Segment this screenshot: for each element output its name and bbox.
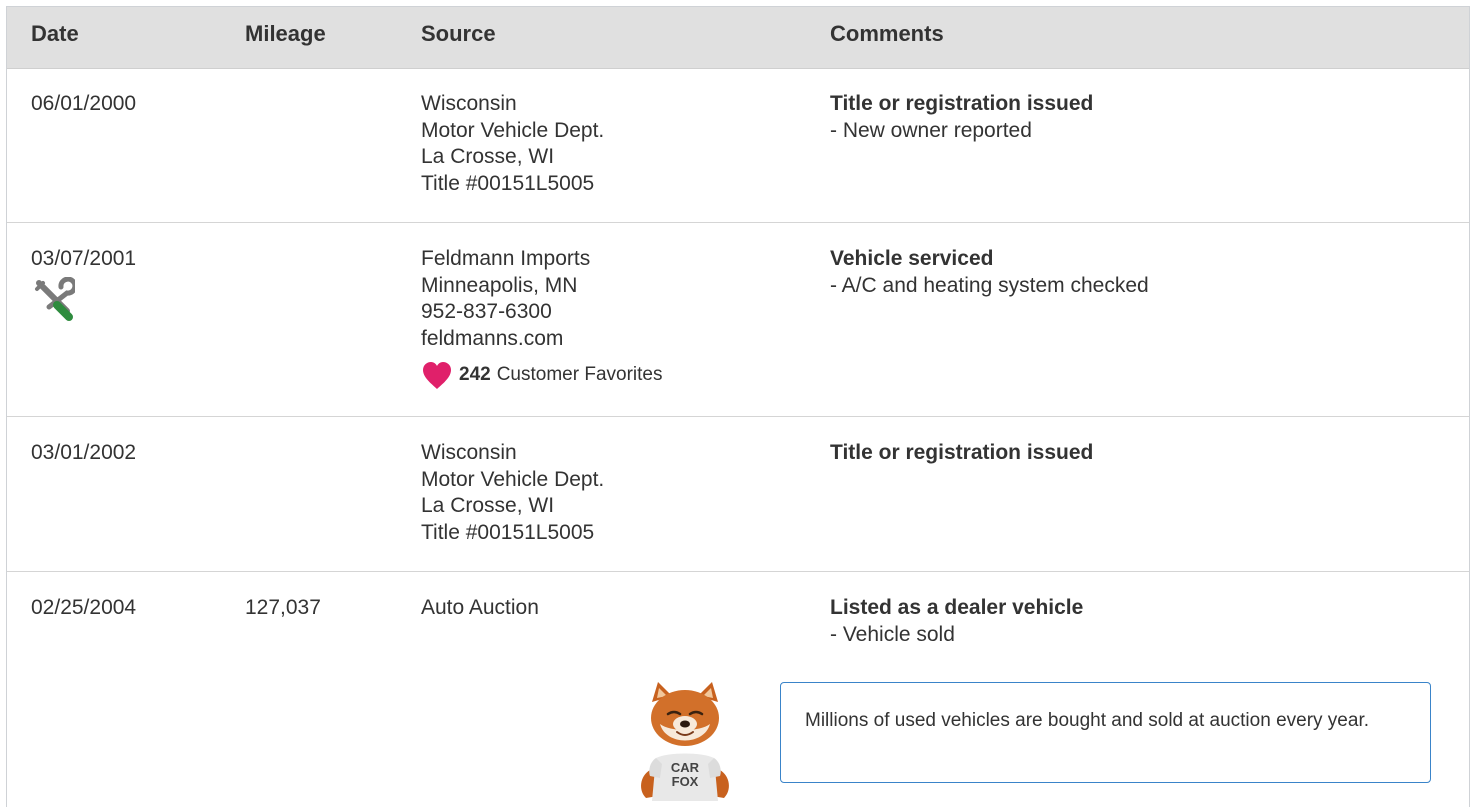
table-row: 03/01/2002 Wisconsin Motor Vehicle Dept.… [7, 417, 1469, 572]
heart-icon [423, 362, 451, 389]
favorites-label: Customer Favorites [496, 363, 663, 385]
mascot-shirt-text: CAR [671, 760, 700, 775]
source-line: Feldmann Imports [421, 247, 591, 270]
source-line: Wisconsin [421, 92, 517, 115]
comment-title: Title or registration issued [830, 441, 1094, 464]
record-comments: Listed as a dealer vehicle - Vehicle sol… [830, 595, 1083, 648]
table-row: 06/01/2000 Wisconsin Motor Vehicle Dept.… [7, 68, 1469, 223]
record-date: 03/07/2001 [31, 247, 137, 270]
service-tools-icon [35, 276, 75, 321]
source-line: 952-837-6300 [421, 300, 552, 323]
header-source: Source [421, 21, 496, 46]
svg-text:FOX: FOX [672, 774, 699, 789]
table-row: 03/07/2001 Feldmann Imports Minneapolis,… [7, 223, 1469, 417]
comment-detail: - New owner reported [830, 118, 1032, 142]
record-date: 02/25/2004 [31, 596, 137, 619]
record-date: 06/01/2000 [31, 92, 137, 115]
header-date: Date [31, 21, 79, 46]
record-source: Wisconsin Motor Vehicle Dept. La Crosse,… [421, 91, 604, 197]
auction-tip-box: Millions of used vehicles are bought and… [780, 682, 1431, 783]
source-line: La Crosse, WI [421, 494, 555, 517]
source-line: Auto Auction [421, 596, 539, 619]
record-date-cell: 03/07/2001 [31, 246, 136, 321]
record-date: 03/01/2002 [31, 441, 137, 464]
table-header: Date Mileage Source Comments [7, 7, 1469, 69]
comment-title: Title or registration issued [830, 92, 1094, 115]
source-line: Title #00151L5005 [421, 520, 595, 544]
record-comments: Title or registration issued - New owner… [830, 91, 1093, 144]
record-source: Auto Auction [421, 595, 539, 622]
source-link[interactable]: feldmanns.com [421, 326, 662, 353]
header-mileage: Mileage [245, 21, 326, 46]
source-line: Minneapolis, MN [421, 273, 578, 297]
record-source: Feldmann Imports Minneapolis, MN 952-837… [421, 246, 662, 390]
record-comments: Vehicle serviced - A/C and heating syste… [830, 246, 1149, 299]
comment-detail: - A/C and heating system checked [830, 273, 1149, 297]
header-comments: Comments [830, 21, 944, 46]
comment-title: Listed as a dealer vehicle [830, 596, 1084, 619]
customer-favorites: 242 Customer Favorites [421, 360, 662, 390]
source-line: Motor Vehicle Dept. [421, 118, 605, 142]
source-line: Title #00151L5005 [421, 171, 595, 195]
auction-tip-text: Millions of used vehicles are bought and… [805, 710, 1369, 731]
comment-title: Vehicle serviced [830, 247, 994, 270]
source-line: Motor Vehicle Dept. [421, 467, 605, 491]
favorites-count: 242 [459, 363, 491, 385]
carfox-mascot: CAR FOX [641, 682, 729, 801]
source-line: La Crosse, WI [421, 145, 555, 168]
comment-detail: - Vehicle sold [830, 622, 955, 646]
record-mileage: 127,037 [245, 596, 321, 619]
source-line: Wisconsin [421, 441, 517, 464]
record-comments: Title or registration issued [830, 440, 1093, 467]
record-source: Wisconsin Motor Vehicle Dept. La Crosse,… [421, 440, 604, 546]
